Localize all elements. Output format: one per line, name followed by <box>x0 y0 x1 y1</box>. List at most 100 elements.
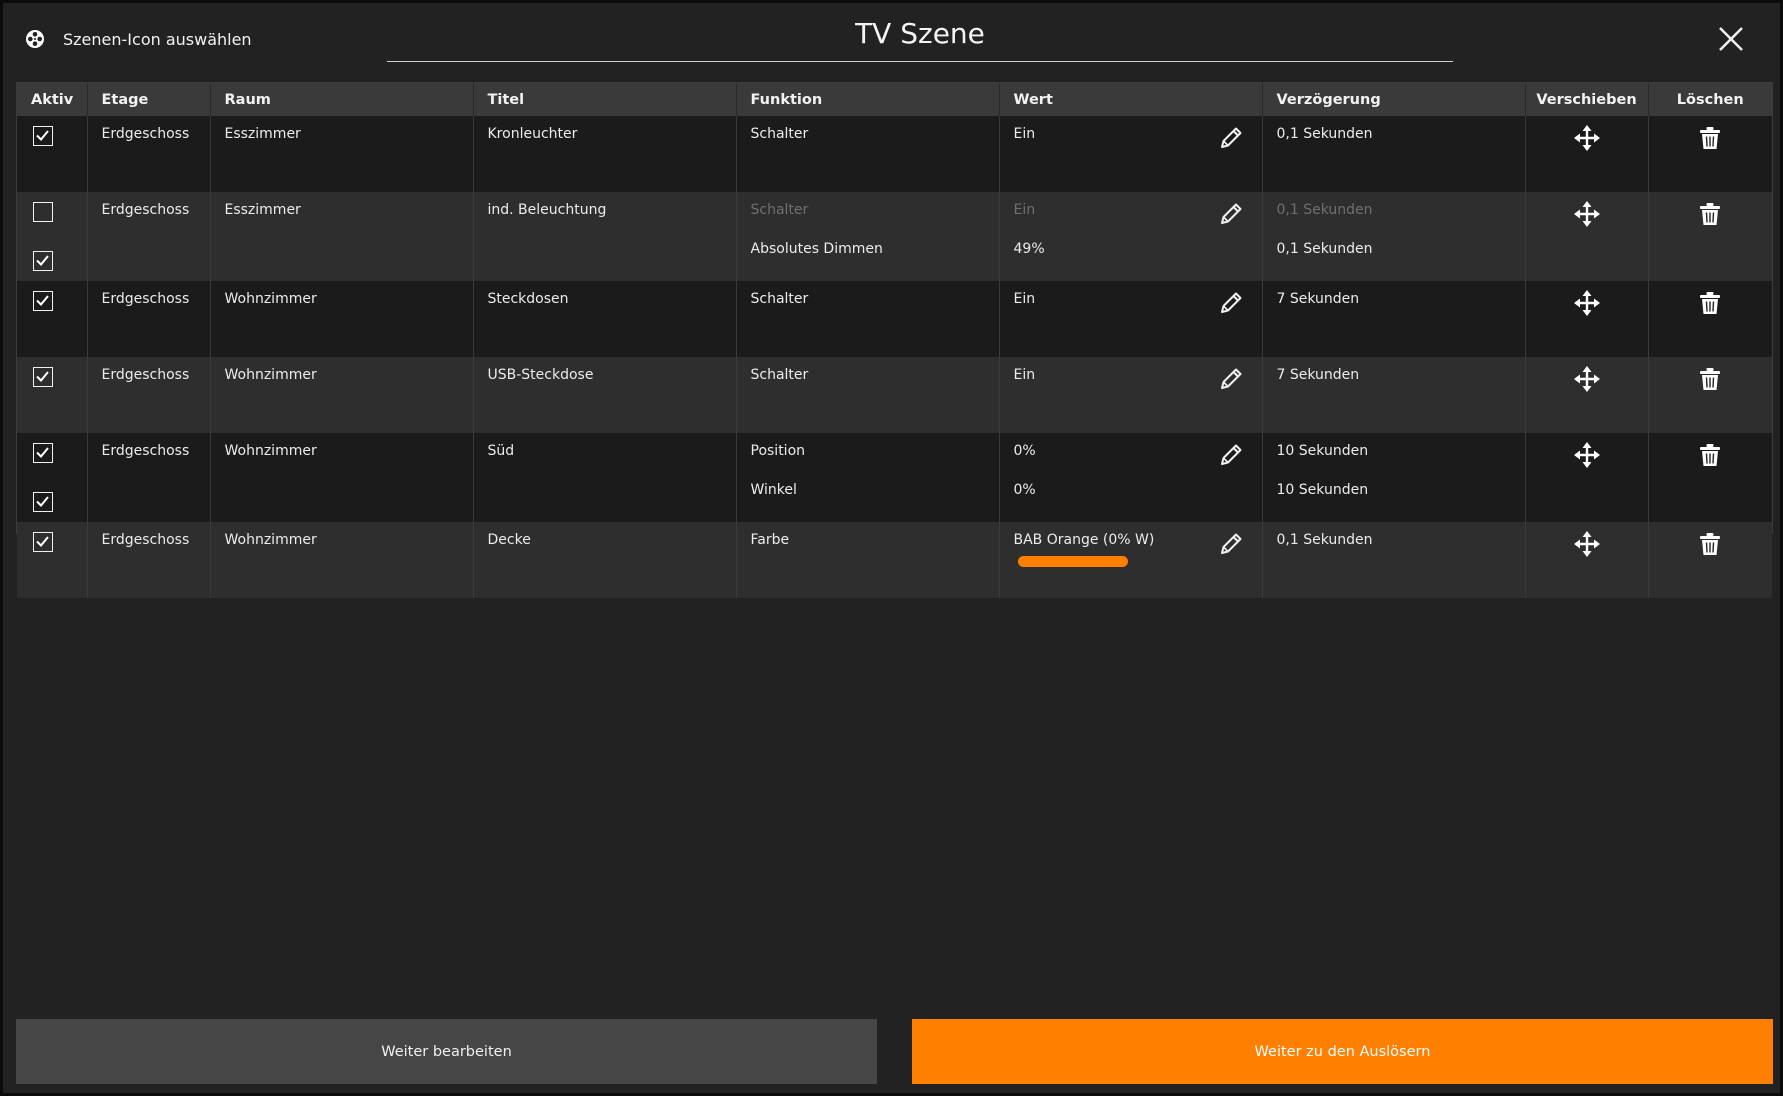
move-row-button[interactable] <box>1573 441 1601 469</box>
room-text: Wohnzimmer <box>224 443 317 459</box>
delay-cell: 7 Sekunden <box>1261 357 1525 433</box>
title-text: Kronleuchter <box>487 126 578 142</box>
floor-cell: Erdgeschoss <box>86 116 210 192</box>
function-cell: Schalter <box>735 357 999 433</box>
active-cell <box>17 281 87 357</box>
title-cell: Decke <box>472 522 736 598</box>
active-checkbox[interactable] <box>33 126 53 146</box>
close-icon <box>1719 27 1743 51</box>
function-cell: Schalter <box>735 281 999 357</box>
move-cell <box>1524 433 1648 522</box>
floor-cell: Erdgeschoss <box>86 433 210 522</box>
floor-text: Erdgeschoss <box>101 367 190 383</box>
active-checkbox[interactable] <box>33 291 53 311</box>
delete-cell <box>1647 433 1772 522</box>
delete-row-button[interactable] <box>1696 530 1724 558</box>
delay-text: 10 Sekunden <box>1276 482 1369 498</box>
function-text: Schalter <box>750 367 809 383</box>
delete-cell <box>1647 116 1772 192</box>
value-cell: 0% 0% <box>998 433 1262 522</box>
continue-to-triggers-button[interactable]: Weiter zu den Auslösern <box>912 1019 1773 1084</box>
move-row-button[interactable] <box>1573 200 1601 228</box>
floor-cell: Erdgeschoss <box>86 281 210 357</box>
column-header-room: Raum <box>209 83 473 116</box>
move-row-button[interactable] <box>1573 124 1601 152</box>
delay-text: 0,1 Sekunden <box>1276 241 1373 257</box>
delete-row-button[interactable] <box>1696 289 1724 317</box>
edit-value-button[interactable] <box>1218 125 1244 151</box>
table-row: Erdgeschoss Wohnzimmer USB-Steckdose Schalt… <box>17 357 1772 433</box>
room-cell: Wohnzimmer <box>209 281 473 357</box>
function-cell: Schalter Absolutes Dimmen <box>735 192 999 281</box>
delete-cell <box>1647 192 1772 281</box>
floor-text: Erdgeschoss <box>101 126 190 142</box>
edit-value-button[interactable] <box>1218 531 1244 557</box>
function-text: Winkel <box>750 482 797 498</box>
active-checkbox[interactable] <box>33 367 53 387</box>
column-header-value: Wert <box>998 83 1262 116</box>
delete-cell <box>1647 281 1772 357</box>
select-scene-icon-button[interactable]: Szenen-Icon auswählen <box>23 23 252 55</box>
title-text: Decke <box>487 532 531 548</box>
pencil-icon <box>1220 127 1241 148</box>
table-row: Erdgeschoss Esszimmer ind. Beleuchtung Scha… <box>17 192 1772 281</box>
scene-title: TV Szene <box>855 17 985 50</box>
edit-value-button[interactable] <box>1218 201 1244 227</box>
edit-value-button[interactable] <box>1218 442 1244 468</box>
title-text: USB-Steckdose <box>487 367 594 383</box>
checkmark-icon <box>36 536 49 547</box>
value-cell: BAB Orange (0% W) <box>998 522 1262 598</box>
floor-cell: Erdgeschoss <box>86 522 210 598</box>
continue-to-triggers-label: Weiter zu den Auslösern <box>1254 1043 1431 1060</box>
room-text: Wohnzimmer <box>224 291 317 307</box>
continue-editing-button[interactable]: Weiter bearbeiten <box>16 1019 877 1084</box>
dialog-header: Szenen-Icon auswählen TV Szene <box>3 3 1783 81</box>
title-cell: Kronleuchter <box>472 116 736 192</box>
move-row-button[interactable] <box>1573 289 1601 317</box>
room-cell: Wohnzimmer <box>209 357 473 433</box>
delay-cell: 7 Sekunden <box>1261 281 1525 357</box>
table-row: Erdgeschoss Wohnzimmer Decke Farbe BAB Orang… <box>17 522 1772 598</box>
move-row-button[interactable] <box>1573 530 1601 558</box>
active-checkbox[interactable] <box>33 492 53 512</box>
column-header-function: Funktion <box>735 83 999 116</box>
active-checkbox[interactable] <box>33 251 53 271</box>
scene-editor-dialog: Szenen-Icon auswählen TV Szene Aktiv Eta… <box>0 0 1783 1096</box>
delete-row-button[interactable] <box>1696 200 1724 228</box>
edit-value-button[interactable] <box>1218 290 1244 316</box>
table-header-row: Aktiv Etage Raum Titel Funktion Wert Ver… <box>17 83 1772 116</box>
function-text: Schalter <box>750 126 809 142</box>
function-text: Farbe <box>750 532 790 548</box>
pencil-icon <box>1220 533 1241 554</box>
title-cell: Süd <box>472 433 736 522</box>
pencil-icon <box>1220 444 1241 465</box>
table-row: Erdgeschoss Wohnzimmer Süd Position Winkel 0%… <box>17 433 1772 522</box>
move-row-button[interactable] <box>1573 365 1601 393</box>
continue-editing-label: Weiter bearbeiten <box>381 1043 512 1060</box>
trash-icon <box>1700 368 1721 390</box>
floor-text: Erdgeschoss <box>101 443 190 459</box>
active-checkbox[interactable] <box>33 443 53 463</box>
room-text: Wohnzimmer <box>224 367 317 383</box>
delete-row-button[interactable] <box>1696 365 1724 393</box>
scene-title-field[interactable]: TV Szene <box>387 11 1453 62</box>
checkmark-icon <box>36 496 49 507</box>
active-checkbox[interactable] <box>33 202 53 222</box>
delay-cell: 0,1 Sekunden <box>1261 116 1525 192</box>
title-text: Steckdosen <box>487 291 569 307</box>
delete-row-button[interactable] <box>1696 124 1724 152</box>
active-cell <box>17 192 87 281</box>
value-text: 49% <box>1013 241 1045 257</box>
color-swatch-bar <box>1017 556 1128 567</box>
room-text: Wohnzimmer <box>224 532 317 548</box>
function-cell: Schalter <box>735 116 999 192</box>
delete-cell <box>1647 522 1772 598</box>
room-text: Esszimmer <box>224 126 301 142</box>
close-button[interactable] <box>1715 23 1747 55</box>
function-text: Schalter <box>750 291 809 307</box>
move-arrows-icon <box>1573 201 1600 227</box>
edit-value-button[interactable] <box>1218 366 1244 392</box>
value-cell: Ein <box>998 116 1262 192</box>
delete-row-button[interactable] <box>1696 441 1724 469</box>
active-checkbox[interactable] <box>33 532 53 552</box>
